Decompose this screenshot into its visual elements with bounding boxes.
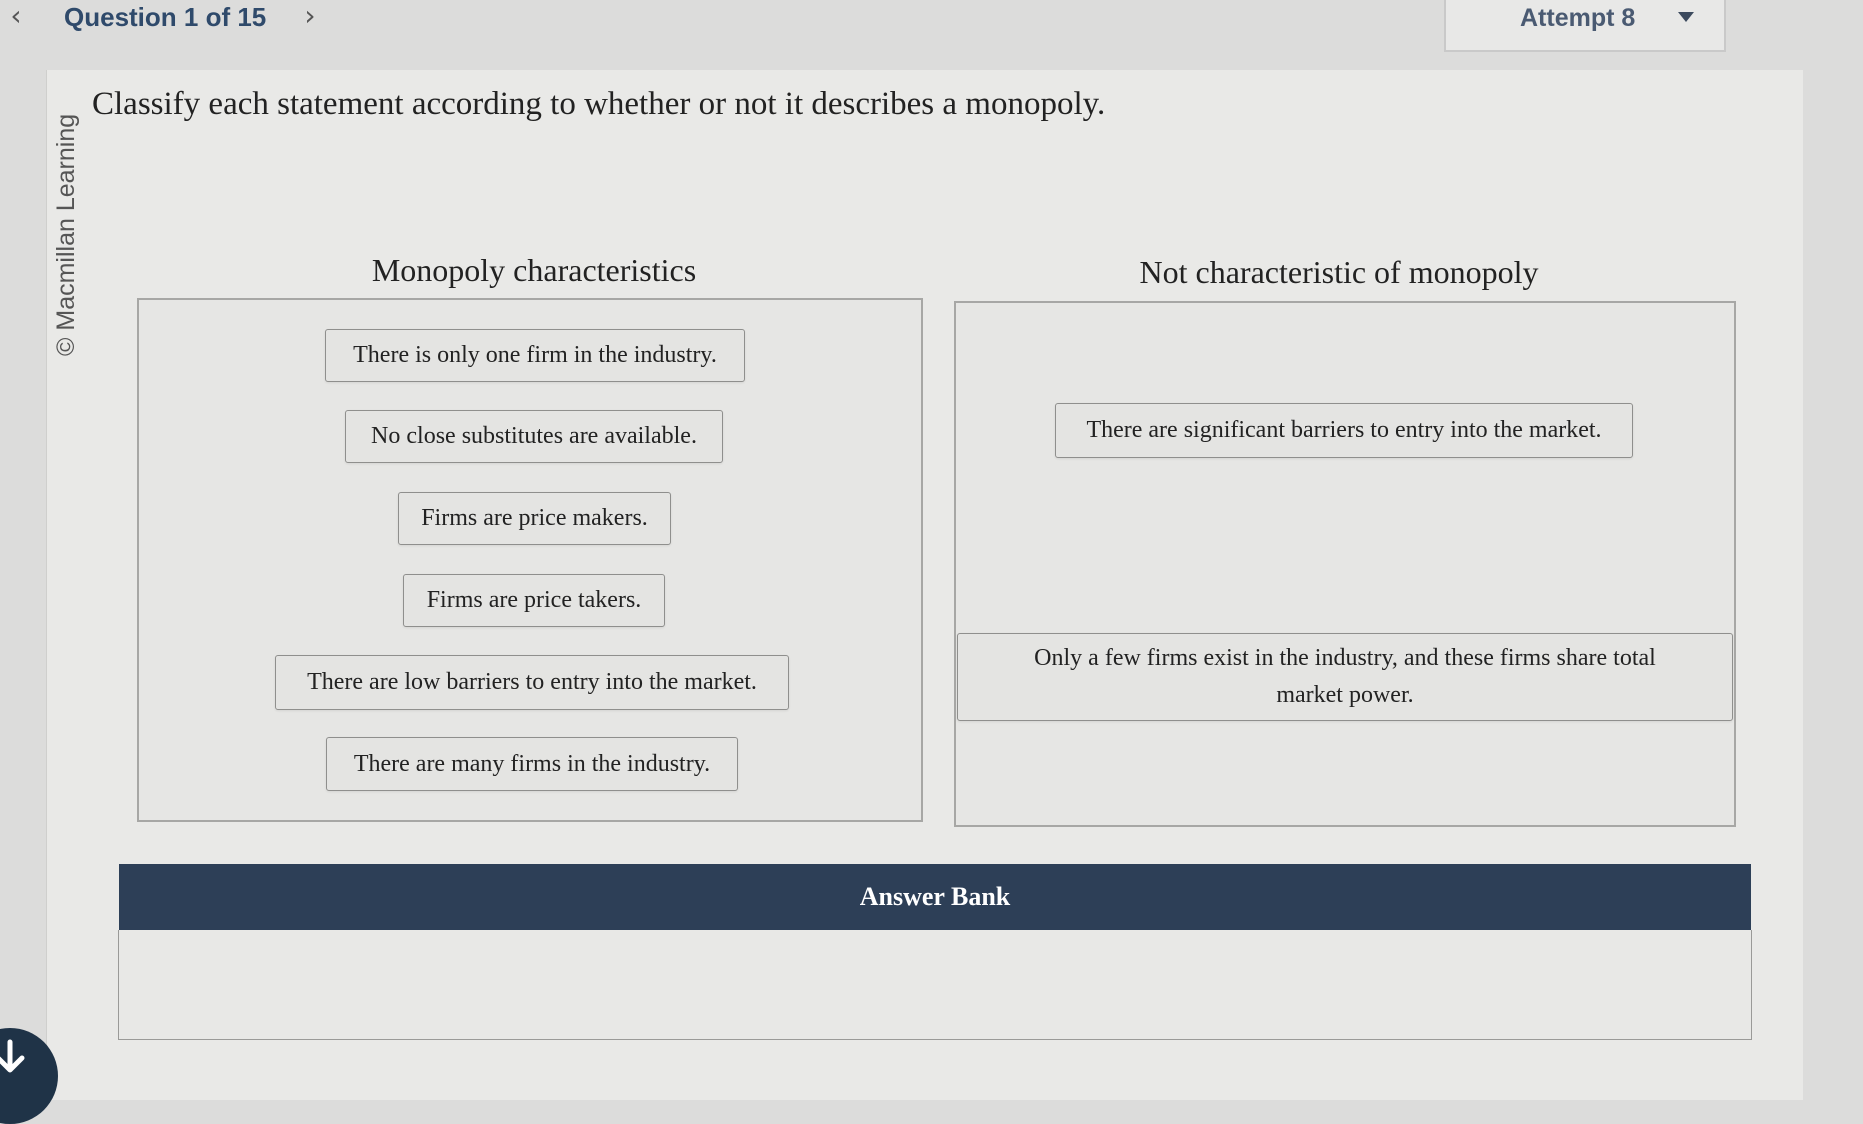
answer-card[interactable]: There is only one firm in the industry. <box>325 329 745 382</box>
attempt-dropdown[interactable]: Attempt 8 <box>1444 0 1726 52</box>
answer-card[interactable]: Firms are price makers. <box>398 492 671 545</box>
chevron-left-icon[interactable]: ‹ <box>2 0 30 40</box>
question-nav-bar: ‹ Question 1 of 15 › Attempt 8 <box>0 0 1863 60</box>
answer-bank-dropzone[interactable] <box>118 930 1752 1040</box>
answer-card[interactable]: There are low barriers to entry into the… <box>275 655 789 710</box>
bin-title-not-monopoly: Not characteristic of monopoly <box>1139 254 1539 290</box>
chevron-right-icon[interactable]: › <box>296 0 324 40</box>
bin-not-characteristic[interactable] <box>954 301 1736 827</box>
question-counter[interactable]: Question 1 of 15 <box>64 0 266 34</box>
answer-card[interactable]: No close substitutes are available. <box>345 410 723 463</box>
answer-bank-header: Answer Bank <box>119 864 1751 930</box>
answer-card[interactable]: There are many firms in the industry. <box>326 737 738 791</box>
answer-card[interactable]: There are significant barriers to entry … <box>1055 403 1633 458</box>
question-prompt: Classify each statement according to whe… <box>92 86 1106 122</box>
caret-down-icon <box>1678 12 1694 22</box>
answer-card[interactable]: Firms are price takers. <box>403 574 665 627</box>
attempt-label: Attempt 8 <box>1520 4 1636 32</box>
copyright-notice: © Macmillan Learning <box>52 113 80 356</box>
bin-title-monopoly: Monopoly characteristics <box>371 252 697 288</box>
answer-card[interactable]: Only a few firms exist in the industry, … <box>957 633 1733 721</box>
